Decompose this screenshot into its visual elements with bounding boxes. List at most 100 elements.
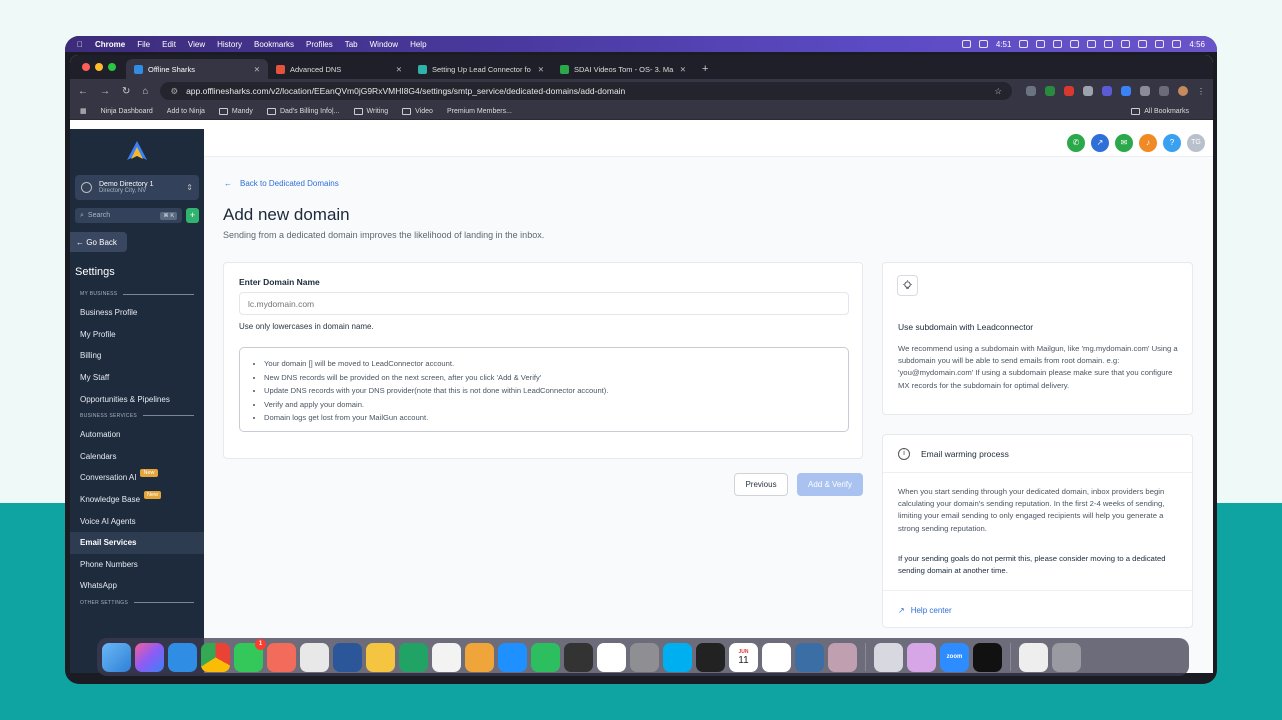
new-tab-button[interactable]: +: [702, 59, 708, 79]
forward-arrow-icon[interactable]: →: [100, 86, 110, 97]
tes-icon[interactable]: [366, 642, 395, 672]
sidebar-search-input[interactable]: ⌕ Search ⌘ K: [75, 208, 182, 223]
add-verify-button[interactable]: Add & Verify: [797, 473, 863, 496]
word-icon[interactable]: [333, 642, 362, 672]
extension-icon[interactable]: [1064, 86, 1074, 96]
messages-icon[interactable]: 1: [234, 638, 266, 672]
obs-icon[interactable]: [564, 642, 593, 672]
close-tab-icon[interactable]: ✕: [538, 65, 544, 74]
bookmark-star-icon[interactable]: ☆: [994, 86, 1002, 97]
menu-view[interactable]: View: [188, 40, 205, 49]
app-store-icon[interactable]: [498, 642, 527, 672]
skype-icon[interactable]: [663, 642, 692, 672]
close-window-button[interactable]: [82, 63, 90, 71]
sidebar-item-email-services[interactable]: Email Services: [70, 531, 204, 554]
system-settings-icon[interactable]: [630, 642, 659, 672]
status-icon[interactable]: [961, 40, 971, 48]
app-icon[interactable]: [762, 642, 791, 672]
screenflow-icon[interactable]: [696, 642, 725, 672]
notes-icon[interactable]: [432, 642, 461, 672]
menu-window[interactable]: Window: [370, 40, 398, 49]
extension-icon[interactable]: [1083, 86, 1093, 96]
close-tab-icon[interactable]: ✕: [396, 65, 402, 74]
go-back-button[interactable]: ← Go Back: [70, 232, 127, 252]
location-switcher[interactable]: Demo Directory 1 Directory City, NV ⇕: [75, 175, 199, 200]
bookmark-folder-writing[interactable]: Writing: [353, 107, 388, 115]
notification-bell-icon[interactable]: ♪: [1139, 133, 1157, 152]
browser-tab-offline-sharks[interactable]: Offline Sharks ✕: [126, 59, 268, 79]
capcut-icon[interactable]: [973, 642, 1002, 672]
sidebar-item-business-profile[interactable]: Business Profile: [70, 302, 204, 324]
status-icon[interactable]: [1104, 40, 1114, 48]
menu-help[interactable]: Help: [410, 40, 426, 49]
extension-icon[interactable]: [1121, 86, 1131, 96]
bookmark-premium-members[interactable]: Premium Members...: [447, 108, 512, 115]
site-info-icon[interactable]: ⚙: [170, 86, 178, 97]
reload-icon[interactable]: ↻: [122, 86, 130, 97]
status-icon[interactable]: [978, 40, 988, 48]
menu-file[interactable]: File: [137, 40, 150, 49]
all-bookmarks[interactable]: All Bookmarks: [1131, 107, 1189, 115]
search-icon[interactable]: [1121, 40, 1131, 48]
calendar-icon[interactable]: JUN 11: [729, 642, 758, 672]
extension-icon[interactable]: [1026, 86, 1036, 96]
back-to-dedicated-domains-link[interactable]: ← Back to Dedicated Domains: [224, 179, 339, 188]
evernote-icon[interactable]: [531, 642, 560, 672]
quick-add-button[interactable]: +: [186, 208, 199, 223]
app-icon[interactable]: [300, 642, 329, 672]
bookmark-add-to-ninja[interactable]: Add to Ninja: [167, 108, 205, 115]
sidebar-item-calendars[interactable]: Calendars: [70, 446, 204, 468]
apps-grid-icon[interactable]: ▦: [80, 107, 87, 115]
sidebar-item-conversation-ai[interactable]: Conversation AI New: [70, 467, 204, 489]
sidebar-item-my-staff[interactable]: My Staff: [70, 367, 204, 389]
app-icon[interactable]: [795, 642, 824, 672]
bookmark-ninja-dashboard[interactable]: Ninja Dashboard: [101, 108, 153, 115]
maximize-window-button[interactable]: [108, 63, 116, 71]
sidebar-item-phone-numbers[interactable]: Phone Numbers: [70, 554, 204, 576]
user-avatar[interactable]: TG: [1187, 133, 1205, 152]
help-icon[interactable]: ?: [1163, 133, 1181, 152]
help-center-link[interactable]: ↗ Help center: [883, 590, 1192, 629]
safari-icon[interactable]: [168, 642, 197, 672]
more-menu-icon[interactable]: ⋮: [1197, 87, 1205, 96]
previous-button[interactable]: Previous: [734, 473, 788, 496]
status-icon[interactable]: [1087, 40, 1097, 48]
launchpad-icon[interactable]: [135, 642, 164, 672]
menu-app-name[interactable]: Chrome: [95, 40, 125, 49]
sidebar-item-automation[interactable]: Automation: [70, 424, 204, 446]
extension-icon[interactable]: [1045, 86, 1055, 96]
zoom-icon[interactable]: zoom: [940, 642, 969, 672]
sidebar-item-voice-ai-agents[interactable]: Voice AI Agents: [70, 510, 204, 532]
keynote-icon[interactable]: [465, 642, 494, 672]
domain-name-input[interactable]: [239, 292, 849, 315]
sidebar-item-whatsapp[interactable]: WhatsApp: [70, 575, 204, 597]
bluetooth-icon[interactable]: [1070, 40, 1080, 48]
side-panel-icon[interactable]: [1159, 86, 1169, 96]
app-icon[interactable]: [828, 642, 857, 672]
finder-icon[interactable]: [102, 642, 131, 672]
sidebar-item-knowledge-base[interactable]: Knowledge Base New: [70, 489, 204, 511]
trash-icon[interactable]: [1052, 642, 1081, 672]
status-icon[interactable]: [1019, 40, 1029, 48]
preview-icon[interactable]: [874, 642, 903, 672]
downloads-icon[interactable]: [1019, 642, 1048, 672]
timer-text[interactable]: 4:51: [996, 40, 1012, 49]
home-icon[interactable]: ⌂: [142, 86, 148, 97]
close-tab-icon[interactable]: ✕: [680, 65, 686, 74]
excel-icon[interactable]: [399, 642, 428, 672]
menu-profiles[interactable]: Profiles: [306, 40, 333, 49]
apple-icon[interactable]: : [77, 40, 83, 49]
address-bar[interactable]: ⚙ app.offlinesharks.com/v2/location/EEan…: [160, 82, 1012, 100]
phone-icon[interactable]: ✆: [1067, 133, 1085, 152]
battery-icon[interactable]: [1155, 40, 1165, 48]
bookmark-folder-billing[interactable]: Dad's Billing Info|...: [266, 107, 340, 115]
close-tab-icon[interactable]: ✕: [254, 65, 260, 74]
clock-text[interactable]: 4:56: [1189, 40, 1205, 49]
browser-tab-sdai-videos[interactable]: SDAI Videos Tom - OS- 3. Ma ✕: [552, 59, 694, 79]
back-arrow-icon[interactable]: ←: [78, 86, 88, 97]
browser-tab-advanced-dns[interactable]: Advanced DNS ✕: [268, 59, 410, 79]
wifi-icon[interactable]: [1138, 40, 1148, 48]
sidebar-item-billing[interactable]: Billing: [70, 345, 204, 367]
bookmark-folder-mandy[interactable]: Mandy: [218, 107, 253, 115]
extensions-puzzle-icon[interactable]: [1140, 86, 1150, 96]
